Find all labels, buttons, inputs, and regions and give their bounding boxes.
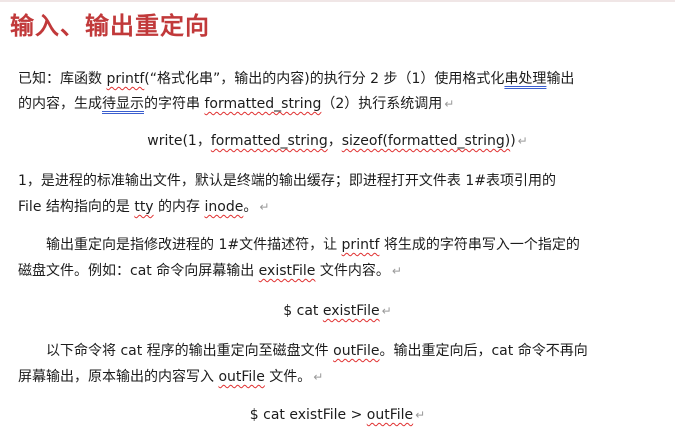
term-inode: inode — [204, 199, 244, 215]
paragraph-stdout-line1: 1，是进程的标准输出文件，默认是终端的输出缓存；即进程打开文件表 1#表项引用的 — [18, 173, 556, 189]
term-printf: printf — [341, 237, 380, 253]
paragraph-redirect-line2: 磁盘文件。例如：cat 命令向屏幕输出 existFile 文件内容。 ↵ — [18, 263, 402, 279]
paragraph-mark: ↵ — [259, 200, 270, 214]
paragraph-mark: ↵ — [381, 304, 392, 318]
code-cat-line: $ cat existFile ↵ — [283, 303, 392, 319]
term-printf: printf — [106, 71, 145, 87]
term-daixianshi: 待显示 — [102, 96, 144, 112]
paragraph-stdout-line2: File 结构指向的是 tty 的内存 inode。 ↵ — [18, 199, 270, 215]
paragraph-outfile-line1: 以下命令将 cat 程序的输出重定向至磁盘文件 outFile。输出重定向后，c… — [46, 343, 588, 359]
paragraph-mark: ↵ — [444, 97, 455, 111]
term-existfile: existFile — [322, 303, 380, 319]
term-outfile: outFile — [333, 343, 380, 359]
page-title: 输入、输出重定向 — [10, 12, 210, 40]
term-formatted-string: formatted_string — [204, 96, 322, 112]
term-outfile: outFile — [218, 369, 265, 385]
paragraph-mark: ↵ — [391, 264, 402, 278]
paragraph-intro-line1: 已知：库函数 printf(“格式化串”，输出的内容)的执行分 2 步（1）使用… — [18, 71, 575, 87]
term-chuan-chuli: 串处理 — [504, 71, 547, 87]
paragraph-redirect-line1: 输出重定向是指修改进程的 1#文件描述符，让 printf 将生成的字符串写入一… — [46, 237, 580, 253]
code-redirect-line: $ cat existFile > outFile ↵ — [249, 407, 426, 423]
paragraph-mark: ↵ — [517, 134, 528, 148]
paragraph-intro-line2: 的内容，生成待显示的字符串 formatted_string（2）执行系统调用 ↵ — [18, 96, 455, 112]
paragraph-mark: ↵ — [415, 408, 426, 422]
term-existfile: existFile — [258, 263, 316, 279]
paragraph-mark: ↵ — [313, 370, 324, 384]
term-sizeof: sizeof(formatted_string) — [341, 133, 511, 149]
code-write-line: write(1，formatted_string，sizeof(formatte… — [147, 133, 528, 149]
term-formatted-string: formatted_string — [210, 133, 328, 149]
term-tty: tty — [134, 199, 154, 215]
term-outfile: outFile — [366, 407, 414, 423]
paragraph-outfile-line2: 屏幕输出，原本输出的内容写入 outFile 文件。 ↵ — [18, 369, 324, 385]
top-rule — [0, 0, 675, 2]
